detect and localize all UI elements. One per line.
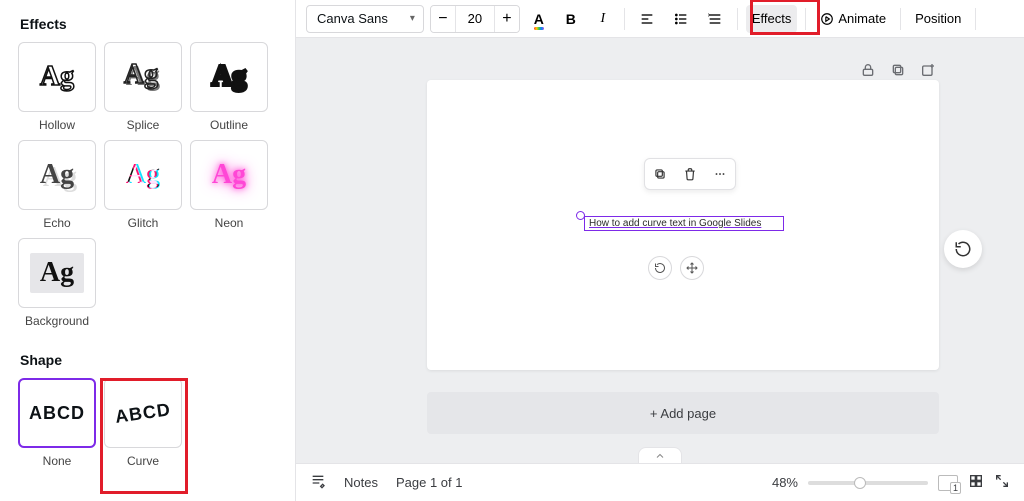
chevron-down-icon: ▾ <box>410 13 415 24</box>
add-page-button[interactable]: + Add page <box>427 392 939 434</box>
font-size-input[interactable] <box>456 6 494 32</box>
fullscreen-button[interactable] <box>994 473 1010 492</box>
effect-splice-label: Splice <box>127 118 160 132</box>
effects-panel: Effects Ag Hollow Ag Splice Ag Outline Ag Ec… <box>0 0 296 501</box>
grid-view-button[interactable] <box>968 473 984 492</box>
effect-glitch-label: Glitch <box>128 216 159 230</box>
effect-neon[interactable]: Ag <box>190 140 268 210</box>
element-context-toolbar <box>644 158 736 190</box>
shape-curve[interactable]: ABCD <box>104 378 182 448</box>
regenerate-fab[interactable] <box>944 230 982 268</box>
text-color-button[interactable]: A <box>526 5 552 33</box>
effects-button[interactable]: Effects <box>746 5 798 33</box>
effect-splice[interactable]: Ag <box>104 42 182 112</box>
more-icon[interactable] <box>705 159 735 189</box>
transform-handles <box>648 256 704 280</box>
effect-outline-label: Outline <box>210 118 248 132</box>
copy-icon[interactable] <box>645 159 675 189</box>
main-area: Canva Sans ▾ − + A B I <box>296 0 1024 501</box>
status-bar: Notes Page 1 of 1 48% <box>296 463 1024 501</box>
zoom-slider[interactable] <box>808 481 928 485</box>
shape-curve-label: Curve <box>127 454 159 468</box>
font-size-stepper: − + <box>430 5 520 33</box>
zoom-value: 48% <box>772 475 798 490</box>
effect-glitch[interactable]: Ag <box>104 140 182 210</box>
effect-echo-label: Echo <box>43 216 70 230</box>
font-size-increase-button[interactable]: + <box>495 6 519 32</box>
notes-icon[interactable] <box>310 473 326 492</box>
shape-none[interactable]: ABCD <box>18 378 96 448</box>
effect-neon-label: Neon <box>215 216 244 230</box>
font-family-dropdown[interactable]: Canva Sans ▾ <box>306 5 424 33</box>
effect-echo[interactable]: Ag <box>18 140 96 210</box>
font-family-value: Canva Sans <box>317 11 388 26</box>
font-size-decrease-button[interactable]: − <box>431 6 455 32</box>
shape-heading: Shape <box>20 352 275 368</box>
effect-outline[interactable]: Ag <box>190 42 268 112</box>
text-align-button[interactable] <box>633 5 661 33</box>
selected-text-element[interactable]: How to add curve text in Google Slides <box>584 216 784 231</box>
effect-hollow[interactable]: Ag <box>18 42 96 112</box>
effects-heading: Effects <box>20 16 275 32</box>
expand-timeline-handle[interactable] <box>638 447 682 463</box>
effect-background[interactable]: Ag <box>18 238 96 308</box>
list-button[interactable] <box>667 5 695 33</box>
shape-none-label: None <box>43 454 72 468</box>
page-indicator: Page 1 of 1 <box>396 475 463 490</box>
position-button[interactable]: Position <box>909 5 967 33</box>
page-thumbnail-button[interactable] <box>938 475 958 491</box>
move-button[interactable] <box>680 256 704 280</box>
zoom-control: 48% <box>772 473 1010 492</box>
text-toolbar: Canva Sans ▾ − + A B I <box>296 0 1024 38</box>
effect-hollow-label: Hollow <box>39 118 75 132</box>
effect-background-label: Background <box>25 314 89 328</box>
spacing-button[interactable] <box>701 5 729 33</box>
zoom-slider-thumb[interactable] <box>854 477 866 489</box>
canvas-area[interactable]: How to add curve text in Google Slides +… <box>296 38 1024 463</box>
bold-button[interactable]: B <box>558 5 584 33</box>
animate-button[interactable]: Animate <box>814 5 892 33</box>
notes-button[interactable]: Notes <box>344 475 378 490</box>
rotate-button[interactable] <box>648 256 672 280</box>
italic-button[interactable]: I <box>590 5 616 33</box>
delete-icon[interactable] <box>675 159 705 189</box>
